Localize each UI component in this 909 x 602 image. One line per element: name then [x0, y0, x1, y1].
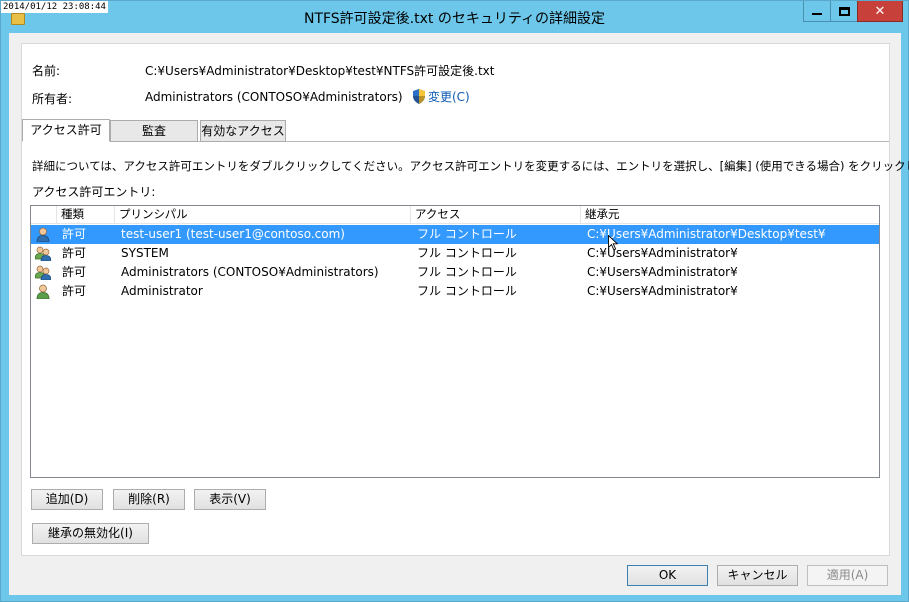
uac-shield-icon — [413, 89, 425, 104]
disable-inheritance-button[interactable]: 継承の無効化(I) — [32, 523, 149, 544]
remove-button[interactable]: 削除(R) — [113, 489, 185, 510]
entry-type: 許可 — [62, 227, 87, 241]
table-row[interactable]: 許可 SYSTEM フル コントロール C:¥Users¥Administrat… — [31, 244, 879, 263]
entry-principal: SYSTEM — [121, 246, 169, 260]
permission-entries-list[interactable]: 種類 プリンシパル アクセス 継承元 許可 test-user1 (test-u… — [30, 205, 880, 478]
group-icon — [35, 265, 51, 280]
entry-access: フル コントロール — [417, 227, 517, 241]
tab-permissions[interactable]: アクセス許可 — [22, 119, 110, 142]
entry-inherited-from: C:¥Users¥Administrator¥ — [587, 284, 738, 298]
entry-type: 許可 — [62, 265, 87, 279]
maximize-button[interactable] — [830, 1, 858, 22]
entry-principal: Administrator — [121, 284, 203, 298]
entry-inherited-from: C:¥Users¥Administrator¥ — [587, 246, 738, 260]
mouse-cursor-icon — [608, 235, 618, 251]
entry-type: 許可 — [62, 284, 87, 298]
tab-auditing[interactable]: 監査 — [110, 120, 198, 142]
user-icon — [36, 284, 50, 299]
column-header-access[interactable]: アクセス — [411, 206, 581, 224]
owner-label: 所有者: — [32, 92, 73, 106]
column-header-type[interactable]: 種類 — [57, 206, 115, 224]
window-title: NTFS許可設定後.txt のセキュリティの詳細設定 — [303, 11, 606, 27]
column-header-principal[interactable]: プリンシパル — [115, 206, 411, 224]
entry-inherited-from: C:¥Users¥Administrator¥ — [587, 265, 738, 279]
minimize-icon — [812, 13, 822, 15]
close-button[interactable]: ✕ — [857, 1, 903, 22]
instructions-text: 詳細については、アクセス許可エントリをダブルクリックしてください。アクセス許可エ… — [32, 159, 909, 173]
apply-button[interactable]: 適用(A) — [807, 565, 888, 586]
entry-access: フル コントロール — [417, 284, 517, 298]
table-row[interactable]: 許可 test-user1 (test-user1@contoso.com) フ… — [31, 225, 879, 244]
settings-panel: 名前: C:¥Users¥Administrator¥Desktop¥test¥… — [21, 43, 909, 556]
close-icon: ✕ — [874, 3, 886, 19]
tab-effective-access[interactable]: 有効なアクセス — [200, 120, 286, 142]
group-icon — [35, 246, 51, 261]
table-row[interactable]: 許可 Administrators (CONTOSO¥Administrator… — [31, 263, 879, 282]
minimize-button[interactable] — [803, 1, 831, 22]
cancel-button[interactable]: キャンセル — [717, 565, 798, 586]
timestamp-overlay: 2014/01/12 23:08:44 — [1, 1, 108, 13]
add-button[interactable]: 追加(D) — [31, 489, 103, 510]
entry-principal: test-user1 (test-user1@contoso.com) — [121, 227, 345, 241]
view-button[interactable]: 表示(V) — [194, 489, 266, 510]
list-header: 種類 プリンシパル アクセス 継承元 — [31, 206, 879, 224]
title-bar[interactable]: NTFS許可設定後.txt のセキュリティの詳細設定 ✕ — [1, 1, 908, 33]
owner-value: Administrators (CONTOSO¥Administrators) — [145, 90, 403, 104]
name-label: 名前: — [32, 64, 61, 78]
change-owner-link[interactable]: 変更(C) — [428, 88, 470, 105]
entry-access: フル コントロール — [417, 265, 517, 279]
security-dialog-window: NTFS許可設定後.txt のセキュリティの詳細設定 ✕ 2014/01/12 … — [0, 0, 909, 602]
entry-access: フル コントロール — [417, 246, 517, 260]
name-value: C:¥Users¥Administrator¥Desktop¥test¥NTFS… — [145, 64, 495, 78]
user-icon — [36, 227, 50, 242]
dialog-client-area: 名前: C:¥Users¥Administrator¥Desktop¥test¥… — [9, 33, 909, 595]
entry-principal: Administrators (CONTOSO¥Administrators) — [121, 265, 379, 279]
entry-inherited-from: C:¥Users¥Administrator¥Desktop¥test¥ — [587, 227, 826, 241]
icon-column-header — [31, 206, 57, 224]
column-header-inherited-from[interactable]: 継承元 — [581, 206, 879, 224]
ok-button[interactable]: OK — [627, 565, 708, 586]
entry-type: 許可 — [62, 246, 87, 260]
maximize-icon — [838, 6, 850, 16]
permission-entries-label: アクセス許可エントリ: — [32, 185, 156, 199]
table-row[interactable]: 許可 Administrator フル コントロール C:¥Users¥Admi… — [31, 282, 879, 301]
